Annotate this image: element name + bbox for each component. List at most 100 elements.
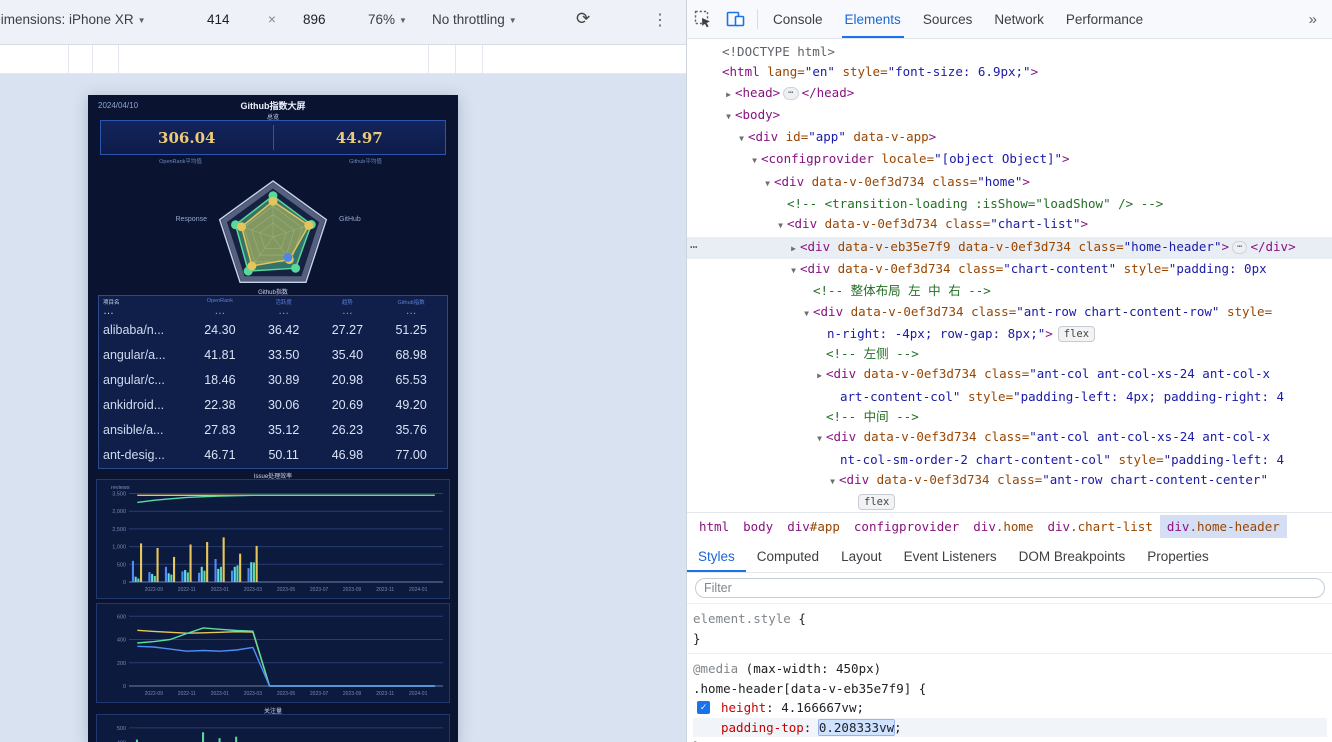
tab-elements[interactable]: Elements (834, 0, 912, 38)
dom-tree-line[interactable]: ▶<head>⋯</head> (687, 83, 1332, 105)
styles-filter-input[interactable] (695, 578, 1325, 598)
breadcrumb-item-body[interactable]: body (736, 515, 780, 538)
devtools-pane: ConsoleElementsSourcesNetworkPerformance… (686, 0, 1332, 742)
dom-tree-line[interactable]: <!-- 左侧 --> (687, 344, 1332, 364)
device-toolbar-toggle-icon[interactable] (726, 10, 746, 28)
expand-arrow-icon[interactable]: ▼ (787, 261, 800, 281)
svg-text:500: 500 (117, 562, 126, 568)
dom-tree-line[interactable]: ▼<div data-v-0ef3d734 class="ant-row cha… (687, 470, 1332, 492)
dom-tree-line[interactable]: ▼<div data-v-0ef3d734 class="ant-col ant… (687, 427, 1332, 449)
expand-arrow-icon[interactable]: ▼ (761, 174, 774, 194)
breadcrumb-item-html[interactable]: html (692, 515, 736, 538)
dom-tree-line[interactable]: <!-- 中间 --> (687, 407, 1332, 427)
issue-efficiency-chart: 05001,0002,5002,0003,5002022-092022-1120… (96, 479, 450, 599)
breadcrumb-item-div-chart-list[interactable]: div.chart-list (1040, 515, 1159, 538)
dom-tree-line[interactable]: ▼<div data-v-0ef3d734 class="chart-conte… (687, 259, 1332, 281)
chevron-down-icon: ▼ (509, 16, 517, 25)
dom-tree-line[interactable]: <!-- 整体布局 左 中 右 --> (687, 281, 1332, 301)
svg-text:0: 0 (123, 580, 126, 586)
zoom-dropdown[interactable]: 76%▼ (368, 12, 407, 27)
dom-tree-line[interactable]: ▼<body> (687, 105, 1332, 127)
table-row: alibaba/n...24.3036.4227.2751.25 (99, 317, 447, 342)
styles-tab-dom-breakpoints[interactable]: DOM Breakpoints (1008, 540, 1137, 572)
attention-chart: 100200300400500 (96, 714, 450, 742)
rotate-device-icon[interactable]: ⟳ (576, 9, 590, 29)
expand-arrow-icon[interactable]: ▼ (748, 151, 761, 171)
styles-tab-computed[interactable]: Computed (746, 540, 830, 572)
more-options-icon[interactable]: ⋮ (652, 10, 668, 30)
toolbar-divider (757, 9, 758, 29)
device-type-dropdown[interactable]: Dimensions: iPhone XR▼ (0, 12, 146, 27)
styles-tab-properties[interactable]: Properties (1136, 540, 1220, 572)
expand-arrow-icon[interactable]: ▼ (800, 304, 813, 324)
svg-text:2023-05: 2023-05 (277, 587, 296, 593)
inspect-element-icon[interactable] (694, 10, 712, 28)
node-menu-icon[interactable]: ⋯ (690, 237, 699, 257)
expand-arrow-icon[interactable]: ▼ (735, 129, 748, 149)
tab-console[interactable]: Console (762, 0, 834, 38)
expand-arrow-icon[interactable]: ▼ (813, 429, 826, 449)
collapsed-content-icon[interactable]: ⋯ (1232, 241, 1247, 254)
css-declaration-padding-top[interactable]: padding-top: 0.208333vw; (693, 718, 1327, 738)
throttling-dropdown[interactable]: No throttling▼ (432, 12, 517, 27)
svg-text:2022-11: 2022-11 (178, 587, 196, 593)
styles-tab-event-listeners[interactable]: Event Listeners (893, 540, 1008, 572)
expand-arrow-icon[interactable]: ▼ (722, 107, 735, 127)
tab-network[interactable]: Network (983, 0, 1055, 38)
breadcrumb-item-div-home-header[interactable]: div.home-header (1160, 515, 1287, 538)
dom-tree-line[interactable]: nt-col-sm-order-2 chart-content-col" sty… (687, 450, 1332, 470)
declaration-value[interactable]: 0.208333vw (819, 720, 894, 735)
breadcrumb-item-configprovider[interactable]: configprovider (847, 515, 966, 538)
svg-text:2023-09: 2023-09 (343, 691, 362, 697)
dom-tree-line[interactable]: ▼<div data-v-0ef3d734 class="ant-row cha… (687, 302, 1332, 324)
dom-tree-line[interactable]: <html lang="en" style="font-size: 6.9px;… (687, 62, 1332, 82)
svg-text:2023-01: 2023-01 (211, 587, 230, 593)
element-style-rule[interactable]: element.style { } (687, 604, 1332, 654)
dom-tree-line[interactable]: ⋯▶<div data-v-eb35e7f9 data-v-0ef3d734 c… (687, 237, 1332, 259)
expand-arrow-icon[interactable]: ▼ (826, 472, 839, 492)
dom-tree-line[interactable]: ▼<configprovider locale="[object Object]… (687, 149, 1332, 171)
table-header-row: 项目名OpenRank活跃度趋势Github指数 (99, 296, 447, 306)
tab-sources[interactable]: Sources (912, 0, 984, 38)
declaration-checkbox[interactable]: ✓ (697, 701, 710, 714)
breadcrumb-item-div-home[interactable]: div.home (966, 515, 1040, 538)
dom-tree-line[interactable]: ▼<div data-v-0ef3d734 class="chart-list"… (687, 214, 1332, 236)
svg-text:3,500: 3,500 (112, 492, 126, 498)
dom-tree-line[interactable]: flex (687, 492, 1332, 512)
dom-tree-line[interactable]: ▼<div data-v-0ef3d734 class="home"> (687, 172, 1332, 194)
chevron-down-icon: ▼ (399, 16, 407, 25)
viewport-height-field[interactable]: 896 (303, 12, 326, 27)
expand-arrow-icon[interactable]: ▼ (774, 216, 787, 236)
media-rule[interactable]: @media (max-width: 450px) .home-header[d… (687, 654, 1332, 742)
styles-tab-styles[interactable]: Styles (687, 540, 746, 572)
elements-breadcrumb: htmlbodydiv#appconfigproviderdiv.homediv… (687, 512, 1332, 540)
css-declaration-height[interactable]: ✓height: 4.166667vw; (693, 698, 1327, 718)
viewport-width-field[interactable]: 414 (207, 12, 230, 27)
declaration-value[interactable]: 4.166667vw (781, 700, 856, 715)
svg-text:400: 400 (117, 638, 126, 644)
tab-performance[interactable]: Performance (1055, 0, 1154, 38)
expand-arrow-icon[interactable]: ▶ (813, 366, 826, 386)
dom-tree-line[interactable]: n-right: -4px; row-gap: 8px;">flex (687, 324, 1332, 344)
table-row: angular/a...41.8133.5035.4068.98 (99, 342, 447, 367)
collapsed-content-icon[interactable]: ⋯ (783, 87, 798, 100)
dom-tree-line[interactable]: ▶<div data-v-0ef3d734 class="ant-col ant… (687, 364, 1332, 386)
dom-tree-line[interactable]: <!DOCTYPE html> (687, 42, 1332, 62)
expand-arrow-icon[interactable]: ▶ (787, 239, 800, 259)
flex-badge[interactable]: flex (1058, 326, 1095, 342)
svg-text:2022-11: 2022-11 (178, 691, 196, 697)
rule-close-brace: } (693, 737, 1327, 742)
breadcrumb-item-div-app[interactable]: div#app (780, 515, 847, 538)
more-tabs-button[interactable]: » (1309, 11, 1332, 28)
dom-tree-line[interactable]: art-content-col" style="padding-left: 4p… (687, 387, 1332, 407)
styles-tab-layout[interactable]: Layout (830, 540, 893, 572)
svg-text:200: 200 (117, 661, 126, 667)
svg-text:GitHub: GitHub (339, 216, 361, 223)
styles-sidebar-tabs: StylesComputedLayoutEvent ListenersDOM B… (687, 540, 1332, 573)
dom-tree-line[interactable]: <!-- <transition-loading :isShow="loadSh… (687, 194, 1332, 214)
svg-text:2023-01: 2023-01 (211, 691, 230, 697)
flex-badge[interactable]: flex (858, 494, 895, 510)
expand-arrow-icon[interactable]: ▶ (722, 85, 735, 105)
svg-text:reviews: reviews (111, 485, 130, 491)
dom-tree-line[interactable]: ▼<div id="app" data-v-app> (687, 127, 1332, 149)
